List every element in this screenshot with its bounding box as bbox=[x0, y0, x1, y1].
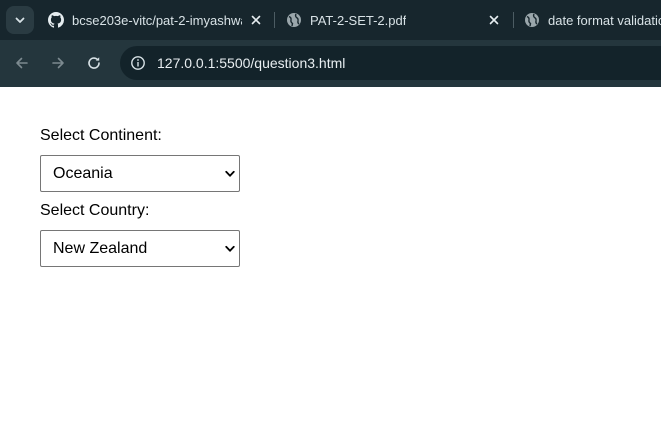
close-icon bbox=[489, 15, 499, 25]
reload-button[interactable] bbox=[82, 51, 106, 75]
reload-icon bbox=[88, 57, 100, 69]
globe-icon bbox=[286, 12, 302, 28]
close-icon bbox=[251, 15, 261, 25]
page-content: Select Continent: Oceania Select Country… bbox=[0, 87, 661, 430]
tab-search-button[interactable] bbox=[6, 6, 34, 34]
site-info-button[interactable] bbox=[124, 49, 152, 77]
tab-title: bcse203e-vitc/pat-2-imyashwanth bbox=[72, 12, 242, 28]
continent-select-value: Oceania bbox=[53, 165, 113, 182]
tab-github-repo[interactable]: bcse203e-vitc/pat-2-imyashwanth bbox=[48, 0, 270, 40]
chevron-down-icon bbox=[15, 17, 25, 23]
tab-pdf[interactable]: PAT-2-SET-2.pdf bbox=[286, 0, 510, 40]
url-text: 127.0.0.1:5500/question3.html bbox=[157, 55, 346, 71]
forward-button[interactable] bbox=[46, 51, 70, 75]
continent-label: Select Continent: bbox=[40, 127, 162, 144]
tab-separator bbox=[274, 12, 275, 28]
arrow-left-icon bbox=[16, 57, 28, 69]
tab-title: date format validation bbox=[548, 12, 661, 28]
tab-separator bbox=[513, 12, 514, 28]
browser-toolbar: 127.0.0.1:5500/question3.html bbox=[0, 40, 661, 87]
address-bar[interactable]: 127.0.0.1:5500/question3.html bbox=[120, 46, 661, 80]
country-label: Select Country: bbox=[40, 202, 150, 219]
github-icon bbox=[48, 12, 64, 28]
globe-icon bbox=[524, 12, 540, 28]
tab-close-button[interactable] bbox=[248, 12, 264, 28]
info-icon bbox=[131, 56, 145, 70]
tab-strip: bcse203e-vitc/pat-2-imyashwanth PAT-2-SE… bbox=[0, 0, 661, 40]
country-select-value: New Zealand bbox=[53, 240, 148, 257]
continent-select[interactable]: Oceania bbox=[40, 155, 240, 192]
country-select[interactable]: New Zealand bbox=[40, 230, 240, 267]
arrow-right-icon bbox=[52, 57, 64, 69]
back-button[interactable] bbox=[10, 51, 34, 75]
tab-close-button[interactable] bbox=[486, 12, 502, 28]
tab-date-format[interactable]: date format validation bbox=[524, 0, 661, 40]
chevron-down-icon bbox=[224, 243, 236, 255]
tab-title: PAT-2-SET-2.pdf bbox=[310, 12, 407, 28]
chevron-down-icon bbox=[224, 168, 236, 180]
